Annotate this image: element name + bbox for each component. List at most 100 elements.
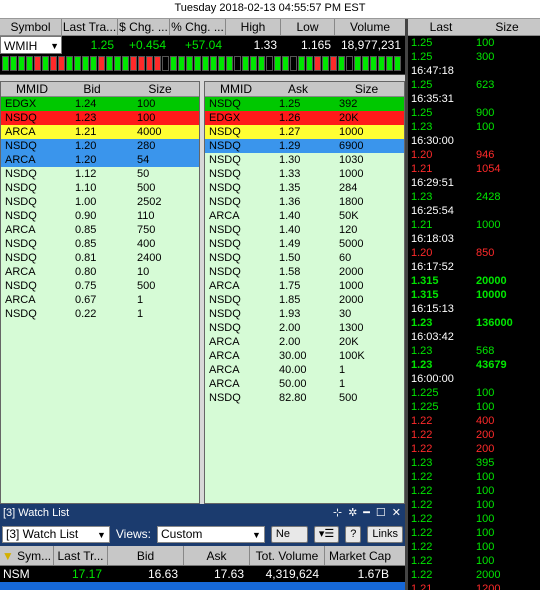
bid-size: 1	[137, 294, 144, 306]
bid-row[interactable]: NSDQ 0.85 400	[1, 237, 199, 251]
window-controls: ⊹ ✲ ━ ☐ ✕	[333, 504, 405, 522]
bid-row[interactable]: ARCA 1.21 4000	[1, 125, 199, 139]
ask-row[interactable]: NSDQ 2.00 1300	[205, 321, 404, 335]
ask-col-ask[interactable]: Ask	[267, 82, 329, 96]
ts-price: 1.23	[411, 121, 433, 133]
ask-row[interactable]: NSDQ 1.33 1000	[205, 167, 404, 181]
symbol-select[interactable]: WMIH ▼	[0, 36, 62, 54]
bid-row[interactable]: ARCA 0.80 10	[1, 265, 199, 279]
bid-row[interactable]: NSDQ 0.75 500	[1, 279, 199, 293]
bid-row[interactable]: NSDQ 0.90 110	[1, 209, 199, 223]
time-and-sales[interactable]: 1.25 100 1.25 300 16:47:18 1.25 623 16:35:31 1.2…	[408, 36, 540, 590]
wl-bid: 16.63	[147, 567, 178, 581]
minimize-icon[interactable]: ━	[363, 504, 370, 522]
menu-button[interactable]: ▾☰	[313, 525, 340, 543]
bid-row[interactable]: NSDQ 0.22 1	[1, 307, 199, 321]
views-select[interactable]: Custom ▼	[157, 525, 265, 543]
tick-mark	[106, 56, 113, 71]
ask-row[interactable]: EDGX 1.26 20K	[205, 111, 404, 125]
ask-row[interactable]: NSDQ 1.40 120	[205, 223, 404, 237]
ask-row[interactable]: NSDQ 1.49 5000	[205, 237, 404, 251]
bid-row[interactable]: NSDQ 1.23 100	[1, 111, 199, 125]
ts-row: 16:18:03	[408, 232, 540, 246]
ask-row[interactable]: NSDQ 1.93 30	[205, 307, 404, 321]
ask-size: 60	[339, 252, 352, 264]
ask-row[interactable]: ARCA 2.00 20K	[205, 335, 404, 349]
ask-row[interactable]: NSDQ 82.80 500	[205, 391, 404, 405]
ts-col-size[interactable]: Size	[474, 19, 540, 35]
ask-row[interactable]: NSDQ 1.27 1000	[205, 125, 404, 139]
ask-row[interactable]: ARCA 30.00 100K	[205, 349, 404, 363]
help-button[interactable]: ?	[345, 525, 362, 543]
ts-price: 16:00:00	[411, 373, 454, 385]
bid-row[interactable]: NSDQ 1.00 2502	[1, 195, 199, 209]
ask-row[interactable]: NSDQ 1.85 2000	[205, 293, 404, 307]
bid-row[interactable]: NSDQ 1.10 500	[1, 181, 199, 195]
ask-row[interactable]: NSDQ 1.30 1030	[205, 153, 404, 167]
close-icon[interactable]: ✕	[392, 504, 401, 522]
wl-col-ask[interactable]: Ask	[184, 546, 250, 565]
watchlist-row[interactable]: NSM 17.17 16.63 17.63 4,319,624 1.67B	[0, 566, 405, 582]
col-last[interactable]: Last Tra...	[62, 19, 118, 35]
ask-row[interactable]: ARCA 40.00 1	[205, 363, 404, 377]
maximize-icon[interactable]: ☐	[376, 504, 386, 522]
wl-col-symbol[interactable]: ▼ Sym...	[0, 546, 54, 565]
col-symbol[interactable]: Symbol	[0, 19, 62, 35]
ask-row[interactable]: NSDQ 1.36 1800	[205, 195, 404, 209]
bid-row[interactable]: ARCA 0.85 750	[1, 223, 199, 237]
tick-mark	[170, 56, 177, 71]
gear-icon[interactable]: ✲	[348, 504, 357, 522]
wl-col-bid[interactable]: Bid	[108, 546, 184, 565]
bid-col-mmid[interactable]: MMID	[1, 82, 63, 96]
bid-header: MMID Bid Size	[1, 82, 199, 97]
ts-size: 395	[476, 457, 495, 469]
ask-row[interactable]: NSDQ 1.35 284	[205, 181, 404, 195]
ts-row: 16:03:42	[408, 330, 540, 344]
wl-col-last[interactable]: Last Tr...	[54, 546, 108, 565]
watchlist-select[interactable]: [3] Watch List ▼	[2, 525, 110, 543]
ask-row[interactable]: NSDQ 1.50 60	[205, 251, 404, 265]
bid-row[interactable]: ARCA 1.20 54	[1, 153, 199, 167]
bid-price: 0.80	[75, 266, 97, 278]
ts-size	[468, 204, 538, 218]
col-high[interactable]: High	[226, 19, 281, 35]
col-low[interactable]: Low	[281, 19, 335, 35]
bid-row[interactable]: NSDQ 1.20 280	[1, 139, 199, 153]
ask-row[interactable]: NSDQ 1.58 2000	[205, 265, 404, 279]
ask-col-mmid[interactable]: MMID	[205, 82, 267, 96]
ts-size: 20000	[476, 275, 507, 287]
col-chg[interactable]: $ Chg. ...	[118, 19, 170, 35]
ts-size: 100	[476, 541, 495, 553]
bid-row[interactable]: EDGX 1.24 100	[1, 97, 199, 111]
ask-row[interactable]: NSDQ 1.29 6900	[205, 139, 404, 153]
bid-row[interactable]: NSDQ 0.81 2400	[1, 251, 199, 265]
ask-price: 82.80	[279, 392, 307, 404]
ask-price: 1.40	[279, 224, 301, 236]
ask-row[interactable]: ARCA 1.75 1000	[205, 279, 404, 293]
ask-row[interactable]: NSDQ 1.25 392	[205, 97, 404, 111]
ts-size	[468, 134, 538, 148]
watchlist-title: [3] Watch List	[3, 507, 70, 519]
bid-col-bid[interactable]: Bid	[63, 82, 121, 96]
col-volume[interactable]: Volume	[335, 19, 405, 35]
wl-col-volume[interactable]: Tot. Volume	[250, 546, 325, 565]
ts-col-last[interactable]: Last	[408, 19, 474, 35]
col-pct[interactable]: % Chg. ...	[170, 19, 226, 35]
pin-icon[interactable]: ⊹	[333, 504, 342, 522]
bid-row[interactable]: ARCA 0.67 1	[1, 293, 199, 307]
ask-price: 40.00	[279, 364, 307, 376]
ask-price: 1.93	[279, 308, 301, 320]
links-button[interactable]: Links	[367, 525, 404, 543]
bid-mmid: NSDQ	[5, 210, 37, 222]
ask-row[interactable]: ARCA 50.00 1	[205, 377, 404, 391]
ask-mmid: EDGX	[209, 112, 241, 124]
wl-col-cap[interactable]: Market Cap	[325, 546, 395, 565]
watchlist-selected-row[interactable]	[0, 582, 405, 590]
ask-col-size[interactable]: Size	[329, 82, 404, 96]
new-button[interactable]: Ne	[270, 525, 308, 543]
bid-col-size[interactable]: Size	[121, 82, 199, 96]
ask-row[interactable]: ARCA 1.40 50K	[205, 209, 404, 223]
ts-row: 1.20 850	[408, 246, 540, 260]
bid-row[interactable]: NSDQ 1.12 50	[1, 167, 199, 181]
ts-price: 1.22	[411, 415, 433, 427]
